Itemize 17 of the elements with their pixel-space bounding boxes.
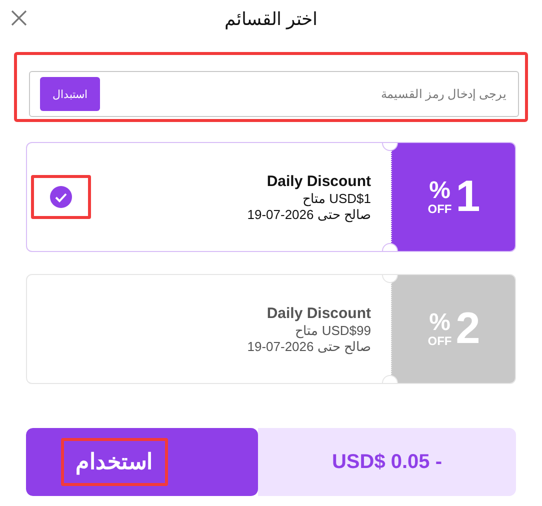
valid-date: 19-07-2026 صالح حتى <box>247 206 371 222</box>
discount-amount: USD$ 0.05 - <box>258 428 516 496</box>
valid-date: 19-07-2026 صالح حتى <box>247 338 371 354</box>
close-icon[interactable] <box>11 10 27 26</box>
discount-value: 1 <box>456 175 480 219</box>
dialog-title: اختر القسائم <box>224 8 318 30</box>
coupon-name: Daily Discount <box>266 172 371 190</box>
available-amount: USD$99 متاح <box>295 322 371 338</box>
coupon-code-field[interactable]: استبدال يرجى إدخال رمز القسيمة <box>29 71 519 117</box>
percent-sign: % <box>429 311 450 335</box>
check-icon <box>50 186 72 208</box>
available-amount: USD$1 متاح <box>302 190 371 206</box>
off-label: OFF <box>428 203 452 215</box>
redeem-button[interactable]: استبدال <box>40 77 100 111</box>
coupon-name: Daily Discount <box>266 304 371 322</box>
use-button[interactable]: استخدام <box>26 428 258 496</box>
percent-sign: % <box>429 179 450 203</box>
